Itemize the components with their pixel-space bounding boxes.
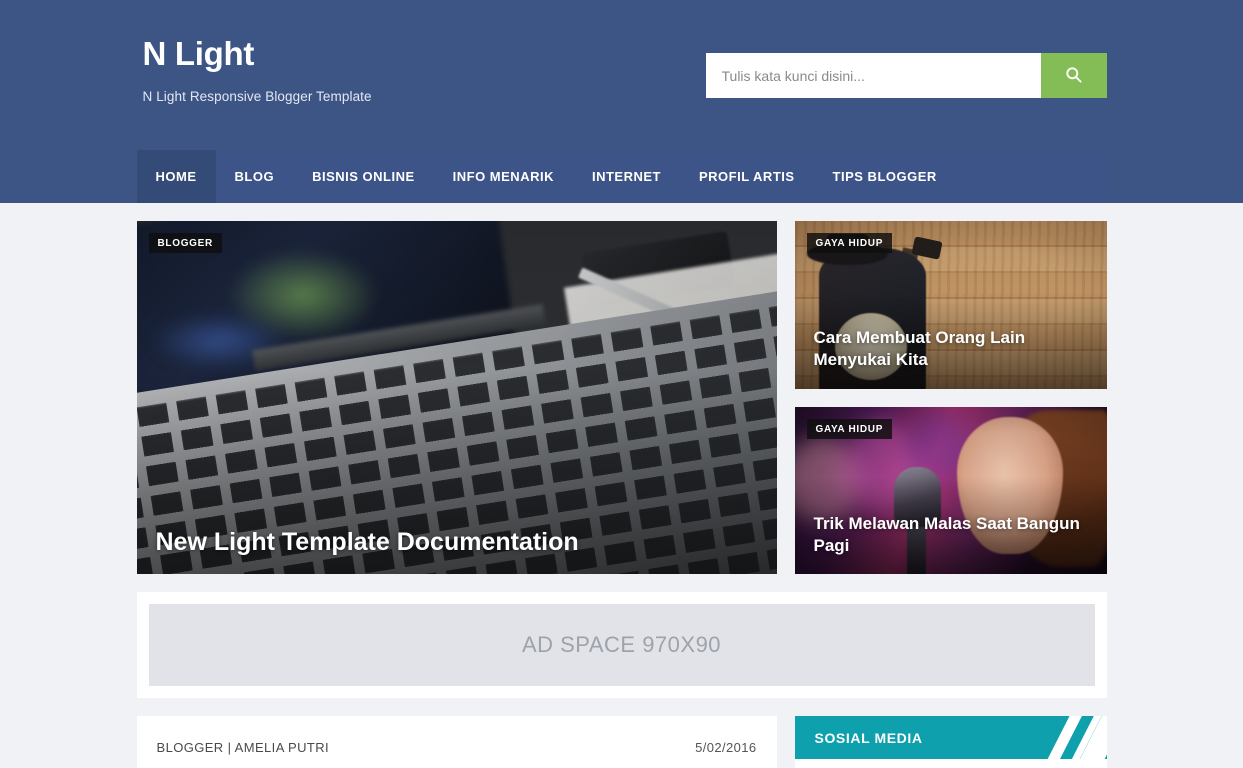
featured-side-card-2[interactable]: GAYA HIDUP Trik Melawan Malas Saat Bangu… — [794, 406, 1107, 574]
hero-image-overlay — [136, 221, 777, 574]
side-card-2-title[interactable]: Trik Melawan Malas Saat Bangun Pagi — [814, 513, 1088, 557]
search-icon — [1064, 65, 1083, 87]
nav-item-internet[interactable]: INTERNET — [573, 150, 680, 203]
nav-item-blog[interactable]: BLOG — [216, 150, 294, 203]
featured-side-card-1[interactable]: GAYA HIDUP Cara Membuat Orang Lain Menyu… — [794, 221, 1107, 389]
search-button[interactable] — [1040, 53, 1107, 98]
sidebar-widget-sosial-media: SOSIAL MEDIA — [794, 716, 1107, 768]
hero-category-badge[interactable]: BLOGGER — [148, 233, 222, 253]
featured-posts-section: BLOGGER New Light Template Documentation… — [136, 203, 1107, 574]
search-form[interactable] — [705, 53, 1107, 98]
search-input[interactable] — [705, 53, 1041, 98]
nav-item-bisnis-online[interactable]: BISNIS ONLINE — [293, 150, 434, 203]
branding[interactable]: N Light N Light Responsive Blogger Templ… — [137, 35, 372, 105]
side-card-1-title[interactable]: Cara Membuat Orang Lain Menyukai Kita — [814, 327, 1088, 371]
widget-title: SOSIAL MEDIA — [814, 729, 923, 746]
side-card-2-category-badge[interactable]: GAYA HIDUP — [806, 418, 893, 439]
featured-hero-card[interactable]: BLOGGER New Light Template Documentation — [136, 221, 777, 574]
side-card-1-category-badge[interactable]: GAYA HIDUP — [806, 233, 893, 253]
post-date: 5/02/2016 — [695, 740, 757, 755]
main-navigation[interactable]: HOME BLOG BISNIS ONLINE INFO MENARIK INT… — [136, 150, 1107, 203]
widget-header: SOSIAL MEDIA — [794, 716, 1107, 759]
featured-side-column: GAYA HIDUP Cara Membuat Orang Lain Menyu… — [794, 221, 1107, 574]
page-content: BLOGGER New Light Template Documentation… — [136, 203, 1107, 768]
post-category-author[interactable]: BLOGGER | AMELIA PUTRI — [157, 740, 330, 755]
site-description: N Light Responsive Blogger Template — [142, 89, 372, 105]
nav-item-tips-blogger[interactable]: TIPS BLOGGER — [814, 150, 956, 203]
hero-post-title[interactable]: New Light Template Documentation — [156, 527, 758, 557]
site-header: N Light N Light Responsive Blogger Templ… — [0, 0, 1243, 203]
post-list-panel: BLOGGER | AMELIA PUTRI 5/02/2016 — [136, 716, 777, 768]
nav-item-profil-artis[interactable]: PROFIL ARTIS — [680, 150, 814, 203]
header-inner: N Light N Light Responsive Blogger Templ… — [137, 0, 1107, 104]
bottom-row: BLOGGER | AMELIA PUTRI 5/02/2016 SOSIAL … — [136, 716, 1107, 768]
post-meta: BLOGGER | AMELIA PUTRI 5/02/2016 — [157, 740, 757, 755]
site-title[interactable]: N Light — [143, 35, 372, 72]
ad-space-placeholder[interactable]: AD SPACE 970X90 — [148, 604, 1095, 686]
nav-item-home[interactable]: HOME — [136, 150, 216, 203]
ad-panel: AD SPACE 970X90 — [136, 592, 1107, 698]
nav-item-info-menarik[interactable]: INFO MENARIK — [434, 150, 573, 203]
